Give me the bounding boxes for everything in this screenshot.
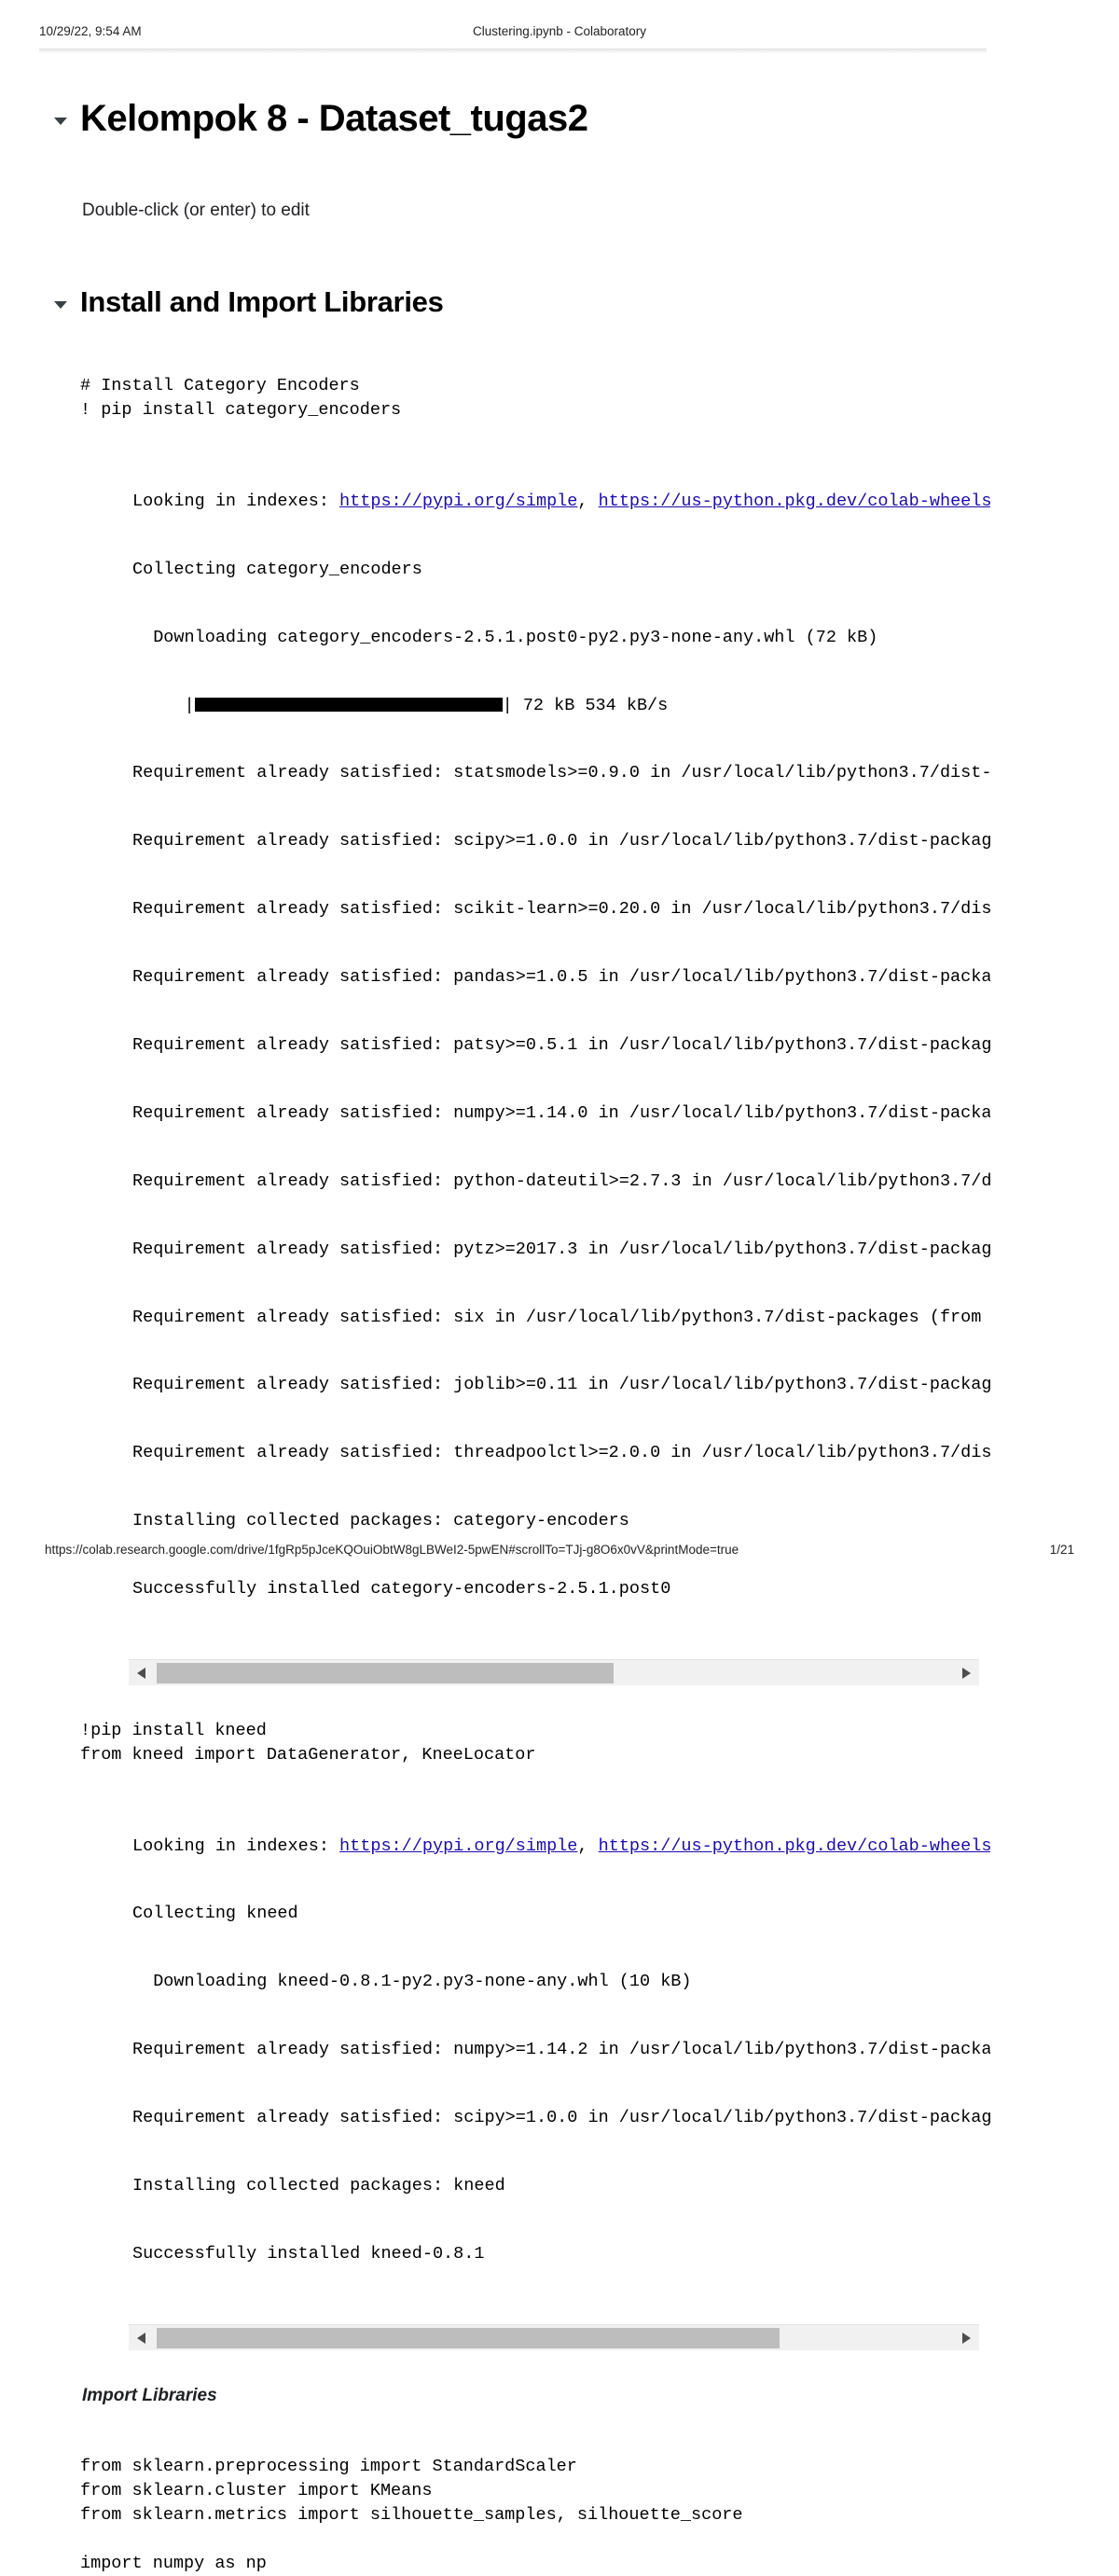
markdown-placeholder-section: Double-click (or enter) to edit <box>0 198 1119 225</box>
scrollbar-thumb[interactable] <box>157 2327 780 2348</box>
code-cell-3-line-5[interactable]: import numpy as np <box>80 2552 1119 2576</box>
print-header: 10/29/22, 9:54 AM Clustering.ipynb - Col… <box>0 24 1119 43</box>
output-line-downloading: Downloading category_encoders-2.5.1.post… <box>132 627 878 647</box>
progress-bar <box>194 697 503 712</box>
output-line: Requirement already satisfied: threadpoo… <box>132 1443 990 1463</box>
output-line: Requirement already satisfied: statsmode… <box>132 763 990 783</box>
code-cell-3-line-3[interactable]: from sklearn.metrics import silhouette_s… <box>80 2503 1119 2528</box>
output-line: Downloading kneed-0.8.1-py2.py3-none-any… <box>132 1972 692 1992</box>
output-line: Requirement already satisfied: python-da… <box>132 1170 990 1191</box>
output-line: Requirement already satisfied: numpy>=1.… <box>132 2040 990 2060</box>
horizontal-scrollbar[interactable] <box>129 2323 979 2350</box>
output-line: Requirement already satisfied: scipy>=1.… <box>132 831 990 852</box>
notebook-title-section: Kelompok 8 - Dataset_tugas2 <box>0 95 1119 142</box>
output-line: Requirement already satisfied: numpy>=1.… <box>132 1102 990 1123</box>
output-cell-1: Looking in indexes: https://pypi.org/sim… <box>0 445 1119 1646</box>
code-cell-1-line-1[interactable]: # Install Category Encoders <box>80 374 1119 398</box>
output-line-progress: | | 72 kB 534 kB/s <box>132 695 990 717</box>
output-line: Requirement already satisfied: scipy>=1.… <box>132 2108 990 2128</box>
install-import-section: Install and Import Libraries <box>0 284 1119 321</box>
colab-wheels-link[interactable]: https://us-python.pkg.dev/colab-wheels/p <box>599 1836 990 1856</box>
code-cell-3-line-1[interactable]: from sklearn.preprocessing import Standa… <box>80 2455 1119 2479</box>
output-line: Requirement already satisfied: joblib>=0… <box>132 1375 990 1395</box>
link-separator: , <box>577 1835 599 1856</box>
code-cell-1[interactable]: # Install Category Encoders ! pip instal… <box>0 374 1119 422</box>
progress-prefix: | <box>132 695 195 715</box>
output-line: Requirement already satisfied: scikit-le… <box>132 899 990 920</box>
chevron-down-icon[interactable] <box>54 300 67 309</box>
output-line: Requirement already satisfied: pytz>=201… <box>132 1239 990 1259</box>
output-line: Successfully installed kneed-0.8.1 <box>132 2243 485 2264</box>
install-import-heading-row[interactable]: Install and Import Libraries <box>54 284 1119 321</box>
output-line: Requirement already satisfied: pandas>=1… <box>132 967 990 988</box>
code-cell-3[interactable]: from sklearn.preprocessing import Standa… <box>0 2455 1119 2576</box>
output-cell-1-text: Looking in indexes: https://pypi.org/sim… <box>132 445 990 1646</box>
section-heading: Install and Import Libraries <box>80 284 444 318</box>
chevron-down-icon[interactable] <box>54 118 67 125</box>
output-cell-1-scroll-area <box>0 1658 1119 1685</box>
looking-prefix: Looking in indexes: <box>132 1835 340 1856</box>
markdown-placeholder-text[interactable]: Double-click (or enter) to edit <box>82 198 1119 225</box>
link-separator: , <box>577 491 599 511</box>
code-cell-2[interactable]: !pip install kneed from kneed import Dat… <box>0 1719 1119 1767</box>
code-cell-3-line-4 <box>80 2528 1119 2552</box>
output-line: Requirement already satisfied: patsy>=0.… <box>132 1034 990 1055</box>
import-libraries-subheading: Import Libraries <box>82 2385 217 2405</box>
code-cell-2-line-1[interactable]: !pip install kneed <box>80 1719 1119 1743</box>
print-header-title: Clustering.ipynb - Colaboratory <box>472 24 647 38</box>
pypi-link[interactable]: https://pypi.org/simple <box>339 1836 577 1856</box>
colab-wheels-link[interactable]: https://us-python.pkg.dev/colab-wheels/p <box>599 492 990 511</box>
page-title: Kelompok 8 - Dataset_tugas2 <box>80 98 588 139</box>
output-line: Installing collected packages: category-… <box>132 1511 629 1531</box>
code-cell-3-line-2[interactable]: from sklearn.cluster import KMeans <box>80 2479 1119 2503</box>
output-line: Requirement already satisfied: six in /u… <box>132 1307 990 1327</box>
header-divider <box>39 48 987 53</box>
horizontal-scrollbar[interactable] <box>129 1658 979 1685</box>
code-cell-2-line-2[interactable]: from kneed import DataGenerator, KneeLoc… <box>80 1743 1119 1767</box>
scrollbar-thumb[interactable] <box>157 1662 614 1683</box>
scroll-left-arrow-icon[interactable] <box>137 2332 145 2344</box>
notebook-title-row[interactable]: Kelompok 8 - Dataset_tugas2 <box>54 95 1119 142</box>
output-line-looking: Looking in indexes: https://pypi.org/sim… <box>132 1835 990 1858</box>
pypi-link[interactable]: https://pypi.org/simple <box>339 492 577 511</box>
output-cell-2: Looking in indexes: https://pypi.org/sim… <box>0 1790 1119 2311</box>
scroll-right-arrow-icon[interactable] <box>962 1667 971 1679</box>
output-line: Successfully installed category-encoders… <box>132 1579 671 1600</box>
looking-prefix: Looking in indexes: <box>132 491 340 511</box>
print-footer-url: https://colab.research.google.com/drive/… <box>45 1543 739 1557</box>
output-cell-2-text: Looking in indexes: https://pypi.org/sim… <box>132 1790 990 2311</box>
code-cell-1-line-2[interactable]: ! pip install category_encoders <box>80 398 1119 422</box>
progress-suffix: | 72 kB 534 kB/s <box>502 695 669 715</box>
scroll-right-arrow-icon[interactable] <box>962 2332 971 2344</box>
print-footer-page-number: 1/21 <box>1049 1543 1074 1557</box>
output-line: Installing collected packages: kneed <box>132 2176 505 2196</box>
print-footer: https://colab.research.google.com/drive/… <box>0 1543 1119 1561</box>
output-cell-2-scroll-area <box>0 2323 1119 2350</box>
output-line-collecting: Collecting category_encoders <box>132 559 422 579</box>
notebook-body: Kelompok 8 - Dataset_tugas2 Double-click… <box>0 75 1119 2576</box>
scroll-left-arrow-icon[interactable] <box>137 1667 145 1679</box>
output-line-looking: Looking in indexes: https://pypi.org/sim… <box>132 491 990 513</box>
import-libraries-subheading-section: Import Libraries <box>0 2386 1119 2406</box>
output-line: Collecting kneed <box>132 1904 298 1924</box>
